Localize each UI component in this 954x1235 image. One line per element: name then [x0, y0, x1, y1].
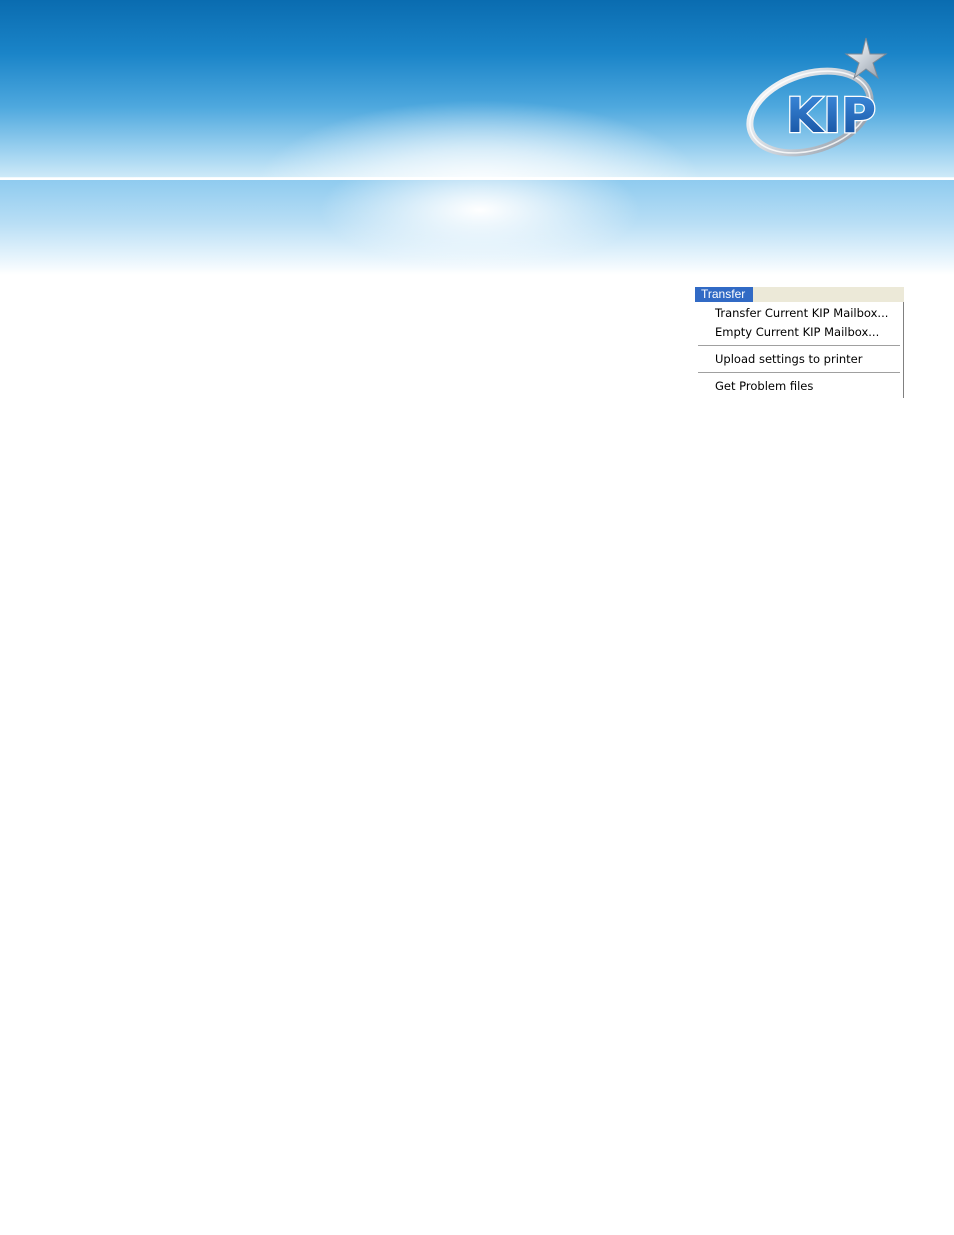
menu-separator	[698, 372, 900, 373]
menu-title-transfer[interactable]: Transfer	[695, 287, 753, 302]
menu-dropdown: Transfer Current KIP Mailbox... Empty Cu…	[695, 302, 904, 398]
page: KIP Transfer Transfer Current KIP Mailbo…	[0, 0, 954, 1235]
menu-separator	[698, 345, 900, 346]
transfer-menu: Transfer Transfer Current KIP Mailbox...…	[695, 287, 905, 398]
kip-star-logo-icon: KIP	[742, 32, 892, 158]
header-banner-lower	[0, 180, 954, 275]
logo-text: KIP	[786, 88, 876, 144]
menu-bar: Transfer	[695, 287, 904, 302]
menu-item-empty-mailbox[interactable]: Empty Current KIP Mailbox...	[715, 324, 879, 340]
menu-item-transfer-mailbox[interactable]: Transfer Current KIP Mailbox...	[715, 305, 888, 321]
menu-item-upload-settings[interactable]: Upload settings to printer	[715, 351, 863, 367]
menu-item-get-problem-files[interactable]: Get Problem files	[715, 378, 813, 394]
